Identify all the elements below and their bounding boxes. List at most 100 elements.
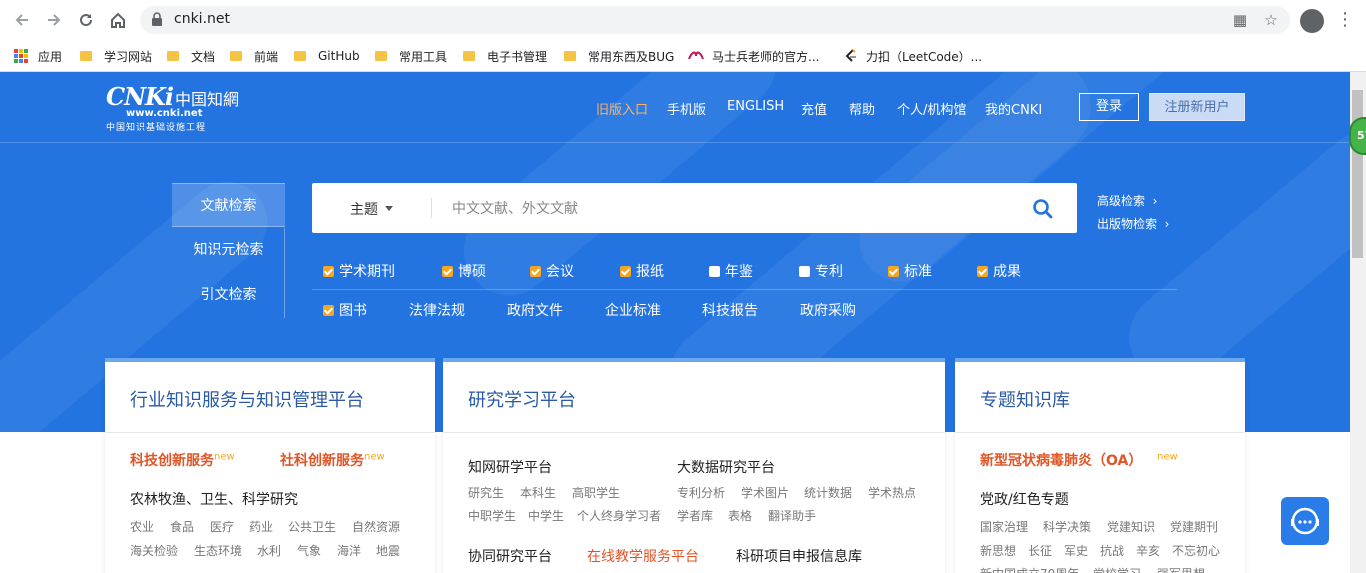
check-yearbook[interactable]: 年鉴 <box>709 261 753 281</box>
tab-literature-search[interactable]: 文献检索 <box>172 183 285 227</box>
tab-citation-search[interactable]: 引文检索 <box>172 273 285 317</box>
tab-knowledge-search[interactable]: 知识元检索 <box>172 228 285 272</box>
industry-link[interactable]: 地震 <box>376 542 400 559</box>
card-title[interactable]: 研究学习平台 <box>468 386 576 412</box>
research-link[interactable]: 本科生 <box>520 484 556 501</box>
publication-search-link[interactable]: 出版物检索 › <box>1097 215 1169 232</box>
bookmark-folder[interactable]: 常用工具 <box>375 46 447 66</box>
research-link[interactable]: 学术热点 <box>868 484 916 501</box>
topic-link[interactable]: 长征 <box>1028 542 1052 559</box>
nav-old-version[interactable]: 旧版入口 <box>596 99 648 118</box>
topic-link[interactable]: 军史 <box>1064 542 1088 559</box>
bookmark-folder[interactable]: 电子书管理 <box>463 46 547 66</box>
research-link[interactable]: 学者库 <box>677 507 713 524</box>
topic-link[interactable]: 辛亥 <box>1136 542 1160 559</box>
checkbox-unchecked[interactable] <box>799 265 810 277</box>
industry-link[interactable]: 水利 <box>257 542 281 559</box>
link-enterprise-std[interactable]: 企业标准 <box>605 300 661 320</box>
chevron-down-icon[interactable] <box>385 206 393 211</box>
research-link[interactable]: 个人终身学习者 <box>577 507 661 524</box>
research-link[interactable]: 学术图片 <box>741 484 789 501</box>
topic-link[interactable]: 强军思想 <box>1157 565 1205 573</box>
industry-link[interactable]: 农业 <box>130 518 154 535</box>
nav-recharge[interactable]: 充值 <box>801 99 827 118</box>
check-conference[interactable]: 会议 <box>530 261 574 281</box>
research-link[interactable]: 翻译助手 <box>768 507 816 524</box>
checkbox-unchecked[interactable] <box>709 265 720 277</box>
industry-link[interactable]: 生态环境 <box>194 542 242 559</box>
check-newspaper[interactable]: 报纸 <box>620 261 664 281</box>
nav-my-cnki[interactable]: 我的CNKI <box>985 99 1042 118</box>
industry-link[interactable]: 公共卫生 <box>288 518 336 535</box>
bookmark-folder[interactable]: 文档 <box>167 46 215 66</box>
industry-link[interactable]: 医疗 <box>210 518 234 535</box>
bookmark-link[interactable]: 力扣（LeetCode）... <box>844 46 982 66</box>
topic-link[interactable]: 不忘初心 <box>1172 542 1220 559</box>
floating-badge[interactable]: 57 <box>1349 117 1366 155</box>
nav-english[interactable]: ENGLISH <box>727 99 784 114</box>
topic-link[interactable]: 国家治理 <box>980 518 1028 535</box>
industry-link[interactable]: 气象 <box>297 542 321 559</box>
checkbox-checked[interactable] <box>888 265 899 277</box>
check-book[interactable]: 图书 <box>323 300 367 320</box>
industry-subtitle[interactable]: 农林牧渔、卫生、科学研究 <box>130 489 298 509</box>
topic-link[interactable]: 抗战 <box>1100 542 1124 559</box>
login-button[interactable]: 登录 <box>1079 93 1139 121</box>
scrollbar-thumb[interactable] <box>1352 90 1363 258</box>
bookmark-link[interactable]: 马士兵老师的官方... <box>688 46 819 66</box>
check-patent[interactable]: 专利 <box>799 261 843 281</box>
check-thesis[interactable]: 博硕 <box>442 261 486 281</box>
collab-research-link[interactable]: 协同研究平台 <box>468 546 552 566</box>
cnki-logo[interactable]: CNKi 中国知網 www.cnki.net 中国知识基础设施工程 <box>106 82 239 133</box>
card-title[interactable]: 行业知识服务与知识管理平台 <box>130 386 364 412</box>
zhiwang-yanxue-link[interactable]: 知网研学平台 <box>468 457 552 477</box>
checkbox-checked[interactable] <box>323 265 334 277</box>
topic-link[interactable]: 科学决策 <box>1043 518 1091 535</box>
nav-mobile[interactable]: 手机版 <box>667 99 706 118</box>
link-tech-report[interactable]: 科技报告 <box>702 300 758 320</box>
research-link[interactable]: 中学生 <box>528 507 564 524</box>
bookmark-folder[interactable]: 学习网站 <box>80 46 152 66</box>
topic-link[interactable]: 党建期刊 <box>1170 518 1218 535</box>
research-link[interactable]: 专利分析 <box>677 484 725 501</box>
star-icon[interactable]: ☆ <box>1261 10 1281 30</box>
online-teaching-link[interactable]: 在线教学服务平台 <box>587 546 699 566</box>
advanced-search-link[interactable]: 高级检索 › <box>1097 192 1157 209</box>
topic-link[interactable]: 新思想 <box>980 542 1016 559</box>
checkbox-checked[interactable] <box>530 265 541 277</box>
industry-link[interactable]: 海洋 <box>337 542 361 559</box>
covid-link[interactable]: 新型冠状病毒肺炎（OA） new <box>980 450 1178 470</box>
home-icon[interactable] <box>106 8 130 32</box>
big-data-platform-link[interactable]: 大数据研究平台 <box>677 457 775 477</box>
bookmark-folder[interactable]: 前端 <box>230 46 278 66</box>
industry-link[interactable]: 药业 <box>249 518 273 535</box>
customer-service-button[interactable] <box>1281 497 1329 545</box>
bookmark-folder[interactable]: 常用东西及BUG <box>564 46 674 66</box>
project-application-link[interactable]: 科研项目申报信息库 <box>736 546 862 566</box>
profile-icon[interactable] <box>1300 9 1324 33</box>
research-link[interactable]: 研究生 <box>468 484 504 501</box>
link-laws[interactable]: 法律法规 <box>409 300 465 320</box>
search-field-select[interactable]: 主题 <box>350 199 378 219</box>
industry-link[interactable]: 海关检验 <box>130 542 178 559</box>
industry-link[interactable]: 食品 <box>170 518 194 535</box>
check-journal[interactable]: 学术期刊 <box>323 261 395 281</box>
forward-icon[interactable] <box>42 8 66 32</box>
register-button[interactable]: 注册新用户 <box>1149 93 1245 121</box>
checkbox-checked[interactable] <box>442 265 453 277</box>
check-standard[interactable]: 标准 <box>888 261 932 281</box>
card-title[interactable]: 专题知识库 <box>980 386 1070 412</box>
search-icon[interactable] <box>1032 198 1054 220</box>
qr-icon[interactable]: ▦ <box>1230 10 1250 30</box>
industry-link[interactable]: 自然资源 <box>352 518 400 535</box>
menu-icon[interactable]: ⋮ <box>1336 8 1354 32</box>
topic-link[interactable]: 新中国成立70周年 <box>980 565 1079 573</box>
reload-icon[interactable] <box>74 8 98 32</box>
search-input[interactable] <box>452 196 1012 220</box>
research-link[interactable]: 中职学生 <box>468 507 516 524</box>
party-topic-link[interactable]: 党政/红色专题 <box>980 489 1069 509</box>
topic-link[interactable]: 党校学习 <box>1093 565 1141 573</box>
address-bar[interactable]: cnki.net ▦ ☆ <box>140 6 1290 34</box>
research-link[interactable]: 表格 <box>728 507 752 524</box>
nav-help[interactable]: 帮助 <box>849 99 875 118</box>
